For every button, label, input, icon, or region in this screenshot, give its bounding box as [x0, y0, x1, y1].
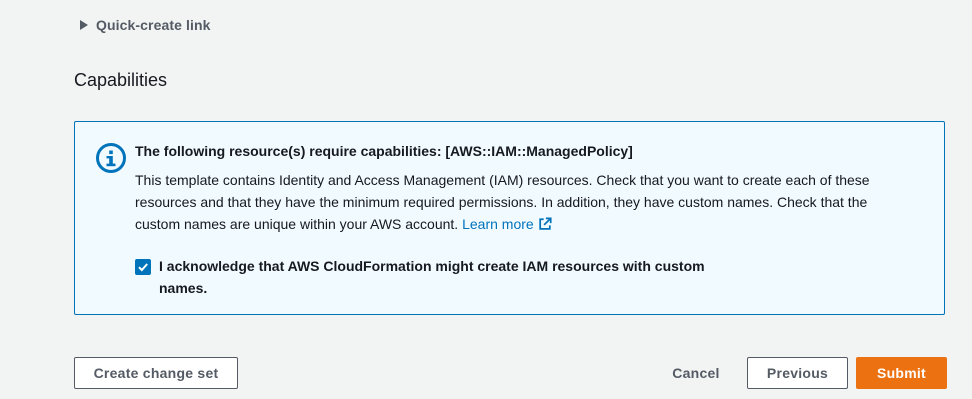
caret-right-icon [80, 20, 88, 30]
checkmark-icon [138, 263, 148, 272]
learn-more-label: Learn more [462, 216, 534, 232]
capabilities-alert: The following resource(s) require capabi… [74, 121, 945, 315]
quick-create-link-label: Quick-create link [96, 17, 211, 33]
alert-heading: The following resource(s) require capabi… [135, 143, 633, 159]
alert-body: This template contains Identity and Acce… [135, 169, 905, 235]
cancel-button[interactable]: Cancel [660, 357, 732, 389]
create-change-set-button[interactable]: Create change set [74, 357, 238, 389]
info-icon [96, 143, 126, 173]
quick-create-link-toggle[interactable]: Quick-create link [80, 16, 211, 34]
acknowledge-checkbox[interactable] [135, 259, 151, 275]
page: Quick-create link Capabilities The follo… [0, 0, 972, 399]
learn-more-link[interactable]: Learn more [462, 216, 552, 232]
acknowledge-label: I acknowledge that AWS CloudFormation mi… [159, 258, 705, 296]
previous-button[interactable]: Previous [747, 357, 848, 389]
capabilities-title: Capabilities [74, 70, 168, 90]
submit-button[interactable]: Submit [856, 357, 947, 389]
external-link-icon [539, 217, 552, 230]
acknowledge-iam-capability[interactable]: I acknowledge that AWS CloudFormation mi… [135, 256, 755, 299]
